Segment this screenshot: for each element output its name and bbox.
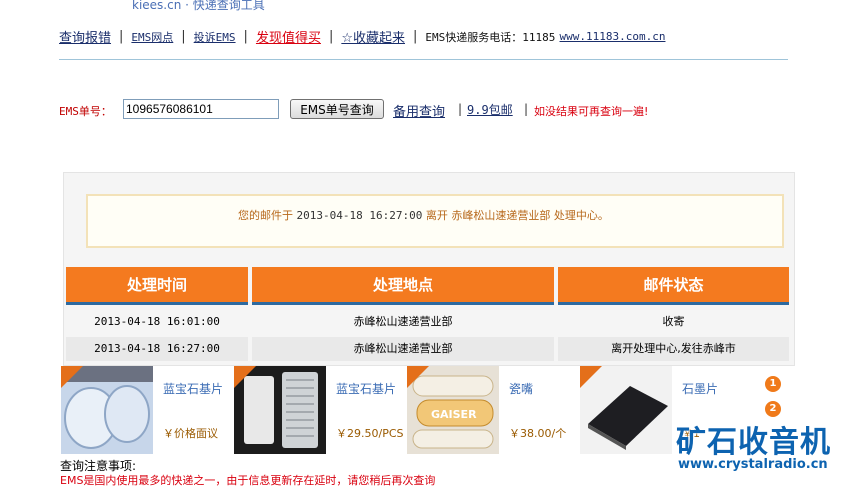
ems-number-input[interactable] — [123, 99, 279, 119]
product-name[interactable]: 蓝宝石基片 — [336, 380, 396, 397]
graphite-sheet-image — [580, 366, 672, 454]
product-card[interactable]: GAISER 瓷嘴 ￥38.00/个 — [407, 366, 575, 454]
site-title: kiees.cn · 快递查询工具 — [132, 0, 265, 12]
product-card[interactable]: 蓝宝石基片 ￥29.50/PCS — [234, 366, 404, 454]
watermark-text: 矿石收音机 — [676, 425, 831, 460]
column-header-place: 处理地点 — [252, 267, 554, 305]
nav-separator: | — [413, 29, 418, 44]
row-place: 赤峰松山速递营业部 — [252, 337, 554, 361]
separator: | — [458, 102, 463, 116]
svg-text:GAISER: GAISER — [431, 408, 477, 421]
ems-number-label: EMS单号： — [59, 105, 112, 118]
table-row: 2013-04-18 16:01:00 赤峰松山速递营业部 收寄 — [66, 310, 789, 334]
ems-query-button[interactable]: EMS单号查询 — [290, 99, 384, 119]
product-name[interactable]: 蓝宝石基片 — [163, 380, 223, 397]
top-nav: 查询报错 | EMS网点 | 投诉EMS | 发现值得买 | ☆收藏起来 | EMS快递服务电话：1… — [59, 27, 666, 46]
separator: | — [524, 102, 529, 116]
nav-report-error[interactable]: 查询报错 — [59, 27, 111, 46]
product-price: ￥38.00/个 — [509, 427, 567, 440]
sapphire-wafer-image — [61, 366, 153, 454]
notes-line: EMS是国内使用最多的快递之一，由于信息更新存在延时，请您稍后再次查询 — [60, 474, 436, 487]
result-notice: 您的邮件于 2013-04-18 16:27:00 离开 赤峰松山速递营业部 处… — [238, 207, 609, 223]
notice-datetime: 2013-04-18 16:27:00 — [296, 209, 423, 222]
nav-separator: | — [119, 29, 124, 44]
notice-suffix: 离开 赤峰松山速递营业部 处理中心。 — [425, 209, 609, 222]
column-header-status: 邮件状态 — [558, 267, 789, 305]
nav-separator: | — [243, 29, 248, 44]
product-price: ￥价格面议 — [163, 427, 218, 440]
nav-separator: | — [181, 29, 186, 44]
service-phone: EMS快递服务电话：11185 — [425, 30, 556, 44]
notice-prefix: 您的邮件于 — [238, 209, 293, 222]
retry-tip: 如没结果可再查询一遍! — [534, 105, 649, 118]
row-status: 离开处理中心,发往赤峰市 — [558, 337, 789, 361]
header-divider — [59, 59, 788, 60]
watermark-url: www.crystalradio.cn — [678, 457, 828, 472]
pager-page-1[interactable]: 1 — [765, 376, 781, 392]
product-card[interactable]: 蓝宝石基片 ￥价格面议 — [61, 366, 229, 454]
product-price: ￥29.50/PCS — [336, 427, 404, 440]
column-header-time: 处理时间 — [66, 267, 248, 305]
row-time: 2013-04-18 16:27:00 — [66, 337, 248, 361]
pager-page-2[interactable]: 2 — [765, 401, 781, 417]
product-name[interactable]: 瓷嘴 — [509, 380, 533, 397]
nav-separator: | — [328, 29, 334, 44]
nav-ems-outlets[interactable]: EMS网点 — [131, 29, 173, 45]
nav-complain-ems[interactable]: 投诉EMS — [194, 29, 236, 45]
capillary-tube-image: GAISER — [407, 366, 499, 454]
free-shipping-link[interactable]: 9.9包邮 — [467, 101, 513, 118]
product-name[interactable]: 石墨片 — [682, 380, 718, 397]
wafer-carrier-image — [234, 366, 326, 454]
service-url-link[interactable]: www.11183.com.cn — [560, 30, 666, 43]
backup-query-link[interactable]: 备用查询 — [393, 101, 445, 120]
table-row: 2013-04-18 16:27:00 赤峰松山速递营业部 离开处理中心,发往赤… — [66, 337, 789, 361]
nav-bookmark[interactable]: ☆收藏起来 — [341, 27, 405, 46]
row-status: 收寄 — [662, 315, 685, 328]
row-place: 赤峰松山速递营业部 — [353, 315, 453, 328]
row-time: 2013-04-18 16:01:00 — [94, 315, 220, 328]
nav-deals[interactable]: 发现值得买 — [256, 27, 321, 46]
